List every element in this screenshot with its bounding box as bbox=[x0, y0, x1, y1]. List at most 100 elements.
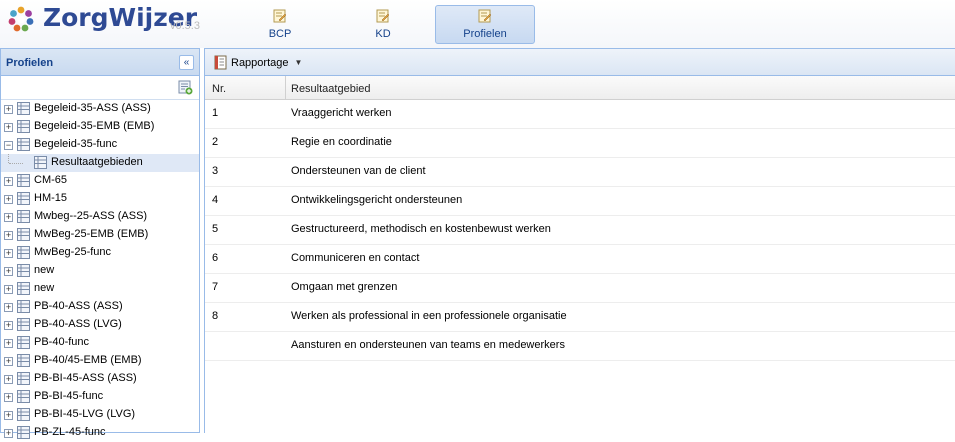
report-icon bbox=[214, 55, 227, 70]
table-row[interactable]: 3 Ondersteunen van de client bbox=[205, 158, 955, 187]
tree-item[interactable]: + PB-40/45-EMB (EMB) bbox=[1, 352, 199, 370]
tree-item-label: PB-BI-45-ASS (ASS) bbox=[34, 372, 137, 384]
tree-item-label: new bbox=[34, 264, 55, 276]
expand-toggle-icon[interactable]: + bbox=[4, 321, 13, 330]
table-row[interactable]: 2 Regie en coordinatie bbox=[205, 129, 955, 158]
grid-node-icon bbox=[17, 354, 30, 367]
profile-tree: + Begeleid-35-ASS (ASS) + Begeleid-35-EMB (… bbox=[1, 100, 199, 442]
tree-item[interactable]: + Mwbeg--25-ASS (ASS) bbox=[1, 208, 199, 226]
nav-button-profielen[interactable]: Profielen bbox=[435, 5, 535, 44]
expand-toggle-icon[interactable]: + bbox=[4, 393, 13, 402]
tree-item-label: Begeleid-35-EMB (EMB) bbox=[34, 120, 155, 132]
new-document-icon[interactable] bbox=[178, 80, 193, 95]
tree-item-label: HM-15 bbox=[34, 192, 68, 204]
grid-node-icon bbox=[17, 102, 30, 115]
nav-label: BCP bbox=[268, 28, 292, 40]
cell-resultaatgebied: Gestructureerd, methodisch en kostenbewu… bbox=[291, 223, 551, 235]
table-row[interactable]: 5 Gestructureerd, methodisch en kostenbew… bbox=[205, 216, 955, 245]
tree-item-label: Begeleid-35-func bbox=[34, 138, 118, 150]
table-row[interactable]: Aansturen en ondersteunen van teams en m… bbox=[205, 332, 955, 361]
expand-toggle-icon[interactable]: + bbox=[4, 123, 13, 132]
expand-toggle-icon[interactable]: + bbox=[4, 285, 13, 294]
nav-button-kd[interactable]: KD bbox=[348, 5, 418, 44]
collapse-button[interactable]: « bbox=[179, 55, 194, 70]
expand-toggle-icon[interactable]: + bbox=[4, 231, 13, 240]
app-version: v0.5.3 bbox=[170, 20, 200, 32]
column-header-nr[interactable]: Nr. bbox=[212, 83, 226, 95]
expand-toggle-icon[interactable]: + bbox=[4, 177, 13, 186]
tree-item[interactable]: + PB-ZL-45-func bbox=[1, 424, 199, 442]
tree-item[interactable]: + MwBeg-25-EMB (EMB) bbox=[1, 226, 199, 244]
grid-node-icon bbox=[17, 408, 30, 421]
rapportage-button[interactable]: Rapportage ▼ bbox=[210, 53, 306, 72]
tree-item[interactable]: + PB-BI-45-func bbox=[1, 388, 199, 406]
tree-item-label: PB-40-ASS (ASS) bbox=[34, 300, 123, 312]
resultaatgebieden-panel: Rapportage ▼ Nr. Resultaatgebied 1 Vraagg… bbox=[204, 48, 955, 433]
cell-nr: 4 bbox=[212, 194, 219, 206]
table-row[interactable]: 4 Ontwikkelingsgericht ondersteunen bbox=[205, 187, 955, 216]
double-chevron-left-icon: « bbox=[183, 57, 190, 68]
cell-nr: 2 bbox=[212, 136, 219, 148]
expand-toggle-icon[interactable]: + bbox=[4, 411, 13, 420]
table-row[interactable]: 7 Omgaan met grenzen bbox=[205, 274, 955, 303]
expand-toggle-icon[interactable]: + bbox=[4, 375, 13, 384]
expand-toggle-icon[interactable]: + bbox=[4, 339, 13, 348]
tree-item-label: PB-40-ASS (LVG) bbox=[34, 318, 122, 330]
grid-node-icon bbox=[17, 210, 30, 223]
nav-button-bcp[interactable]: BCP bbox=[245, 5, 315, 44]
tree-item[interactable]: + PB-40-func bbox=[1, 334, 199, 352]
tree-item[interactable]: + Begeleid-35-ASS (ASS) bbox=[1, 100, 199, 118]
tree-item[interactable]: + PB-BI-45-ASS (ASS) bbox=[1, 370, 199, 388]
flower-logo-icon bbox=[8, 6, 34, 32]
tree-item[interactable]: + new bbox=[1, 280, 199, 298]
expand-toggle-icon[interactable]: + bbox=[4, 357, 13, 366]
tree-item[interactable]: + new bbox=[1, 262, 199, 280]
expand-toggle-icon[interactable]: + bbox=[4, 267, 13, 276]
grid-node-icon bbox=[17, 390, 30, 403]
tree-item[interactable]: + Begeleid-35-EMB (EMB) bbox=[1, 118, 199, 136]
grid-node-icon bbox=[17, 228, 30, 241]
rapportage-label: Rapportage bbox=[231, 56, 289, 69]
cell-nr: 3 bbox=[212, 165, 219, 177]
tree-item[interactable]: + CM-65 bbox=[1, 172, 199, 190]
tree-item-label: Begeleid-35-ASS (ASS) bbox=[34, 102, 151, 114]
cell-nr: 6 bbox=[212, 252, 219, 264]
tree-item-label: Resultaatgebieden bbox=[51, 156, 143, 168]
tree-item[interactable]: + PB-40-ASS (LVG) bbox=[1, 316, 199, 334]
table-row[interactable]: 1 Vraaggericht werken bbox=[205, 100, 955, 129]
column-header-resultaatgebied[interactable]: Resultaatgebied bbox=[291, 83, 371, 95]
tree-item[interactable]: + MwBeg-25-func bbox=[1, 244, 199, 262]
expand-toggle-icon[interactable]: + bbox=[4, 249, 13, 258]
tree-item[interactable]: + PB-40-ASS (ASS) bbox=[1, 298, 199, 316]
tree-item[interactable]: + PB-BI-45-LVG (LVG) bbox=[1, 406, 199, 424]
tree-item[interactable]: − Begeleid-35-func bbox=[1, 136, 199, 154]
table-row[interactable]: 6 Communiceren en contact bbox=[205, 245, 955, 274]
cell-resultaatgebied: Communiceren en contact bbox=[291, 252, 420, 264]
grid-node-icon bbox=[17, 336, 30, 349]
tree-child-item[interactable]: Resultaatgebieden bbox=[1, 154, 199, 172]
table-row[interactable]: 8 Werken als professional in een professi… bbox=[205, 303, 955, 332]
cell-resultaatgebied: Werken als professional in een professio… bbox=[291, 310, 567, 322]
grid-header: Nr. Resultaatgebied bbox=[205, 76, 955, 100]
expand-toggle-icon[interactable]: + bbox=[4, 303, 13, 312]
grid-node-icon bbox=[17, 174, 30, 187]
expand-toggle-icon[interactable]: + bbox=[4, 105, 13, 114]
expand-toggle-icon[interactable]: + bbox=[4, 195, 13, 204]
tree-item-label: PB-40/45-EMB (EMB) bbox=[34, 354, 142, 366]
cell-nr: 8 bbox=[212, 310, 219, 322]
tree-connector bbox=[9, 163, 23, 164]
grid-node-icon bbox=[17, 246, 30, 259]
tree-item-label: PB-BI-45-LVG (LVG) bbox=[34, 408, 136, 420]
collapse-toggle-icon[interactable]: − bbox=[4, 141, 13, 150]
tree-item-label: PB-ZL-45-func bbox=[34, 426, 106, 438]
grid-node-icon bbox=[17, 192, 30, 205]
expand-toggle-icon[interactable]: + bbox=[4, 429, 13, 438]
nav-label: Profielen bbox=[463, 28, 507, 40]
nav-label: KD bbox=[375, 28, 391, 40]
expand-toggle-icon[interactable]: + bbox=[4, 213, 13, 222]
tree-item[interactable]: + HM-15 bbox=[1, 190, 199, 208]
column-divider bbox=[285, 76, 286, 100]
grid-node-icon bbox=[17, 282, 30, 295]
grid-node-icon bbox=[17, 138, 30, 151]
caret-down-icon: ▼ bbox=[294, 58, 303, 67]
